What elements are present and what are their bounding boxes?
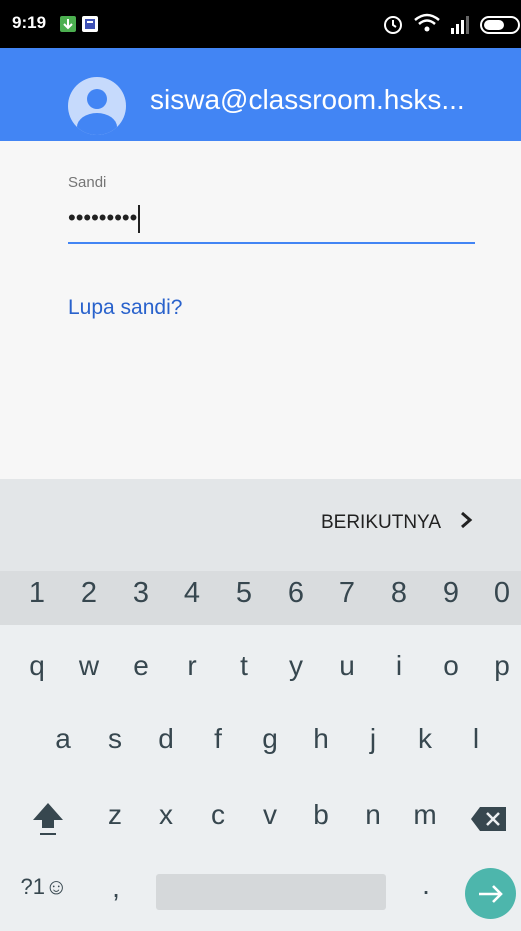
key-3[interactable]: 3 xyxy=(121,577,161,610)
key-l[interactable]: l xyxy=(456,723,496,755)
status-icons xyxy=(381,10,521,38)
wifi-icon xyxy=(414,13,440,32)
key-7[interactable]: 7 xyxy=(327,577,367,610)
key-t[interactable]: t xyxy=(224,650,264,682)
spacebar[interactable] xyxy=(156,874,386,910)
key-j[interactable]: j xyxy=(353,723,393,755)
key-g[interactable]: g xyxy=(250,723,290,755)
key-c[interactable]: c xyxy=(198,799,238,831)
key-b[interactable]: b xyxy=(301,799,341,831)
key-v[interactable]: v xyxy=(250,799,290,831)
key-9[interactable]: 9 xyxy=(431,577,471,610)
status-time: 9:19 xyxy=(12,13,47,32)
key-q[interactable]: q xyxy=(17,650,57,682)
key-f[interactable]: f xyxy=(198,723,238,755)
keyboard-suggestion-bar: BERIKUTNYA xyxy=(0,479,521,571)
avatar xyxy=(68,77,126,135)
soft-keyboard: BERIKUTNYA 1 2 3 4 5 6 7 8 9 0 q w e r t… xyxy=(0,479,521,931)
key-2[interactable]: 2 xyxy=(69,577,109,610)
chevron-right-icon xyxy=(459,511,473,535)
key-4[interactable]: 4 xyxy=(172,577,212,610)
key-i[interactable]: i xyxy=(379,650,419,682)
password-value: ••••••••• xyxy=(68,205,138,230)
next-button[interactable]: BERIKUTNYA xyxy=(321,511,473,535)
key-e[interactable]: e xyxy=(121,650,161,682)
key-w[interactable]: w xyxy=(69,650,109,682)
key-6[interactable]: 6 xyxy=(276,577,316,610)
account-email: siswa@classroom.hsks... xyxy=(150,84,465,115)
signal-icon xyxy=(451,16,469,34)
key-k[interactable]: k xyxy=(405,723,445,755)
comma-key[interactable]: , xyxy=(96,872,136,904)
key-s[interactable]: s xyxy=(95,723,135,755)
key-y[interactable]: y xyxy=(276,650,316,682)
password-field[interactable]: ••••••••• xyxy=(68,202,475,244)
key-0[interactable]: 0 xyxy=(482,577,521,610)
key-o[interactable]: o xyxy=(431,650,471,682)
key-x[interactable]: x xyxy=(146,799,186,831)
symbols-key[interactable]: ?1☺ xyxy=(14,874,74,900)
key-a[interactable]: a xyxy=(43,723,83,755)
person-icon xyxy=(77,89,117,135)
arrow-right-icon xyxy=(478,884,503,903)
key-z[interactable]: z xyxy=(95,799,135,831)
key-5[interactable]: 5 xyxy=(224,577,264,610)
text-caret xyxy=(138,205,141,234)
backspace-icon xyxy=(471,807,506,831)
forgot-password-link[interactable]: Lupa sandi? xyxy=(68,296,182,320)
key-h[interactable]: h xyxy=(301,723,341,755)
app-notification-icon xyxy=(82,16,98,32)
key-p[interactable]: p xyxy=(482,650,521,682)
key-r[interactable]: r xyxy=(172,650,212,682)
shift-key[interactable] xyxy=(31,800,65,843)
enter-key[interactable] xyxy=(465,868,516,919)
key-1[interactable]: 1 xyxy=(17,577,57,610)
status-bar: 9:19 xyxy=(0,0,521,48)
shift-icon xyxy=(33,803,63,835)
period-key[interactable]: . xyxy=(406,869,446,901)
password-label: Sandi xyxy=(68,174,107,191)
battery-icon xyxy=(480,16,520,34)
download-notification-icon xyxy=(60,16,76,32)
key-8[interactable]: 8 xyxy=(379,577,419,610)
backspace-key[interactable] xyxy=(470,806,508,837)
key-d[interactable]: d xyxy=(146,723,186,755)
key-u[interactable]: u xyxy=(327,650,367,682)
key-m[interactable]: m xyxy=(405,799,445,831)
next-label: BERIKUTNYA xyxy=(320,512,441,533)
alarm-icon xyxy=(384,16,402,34)
key-n[interactable]: n xyxy=(353,799,393,831)
